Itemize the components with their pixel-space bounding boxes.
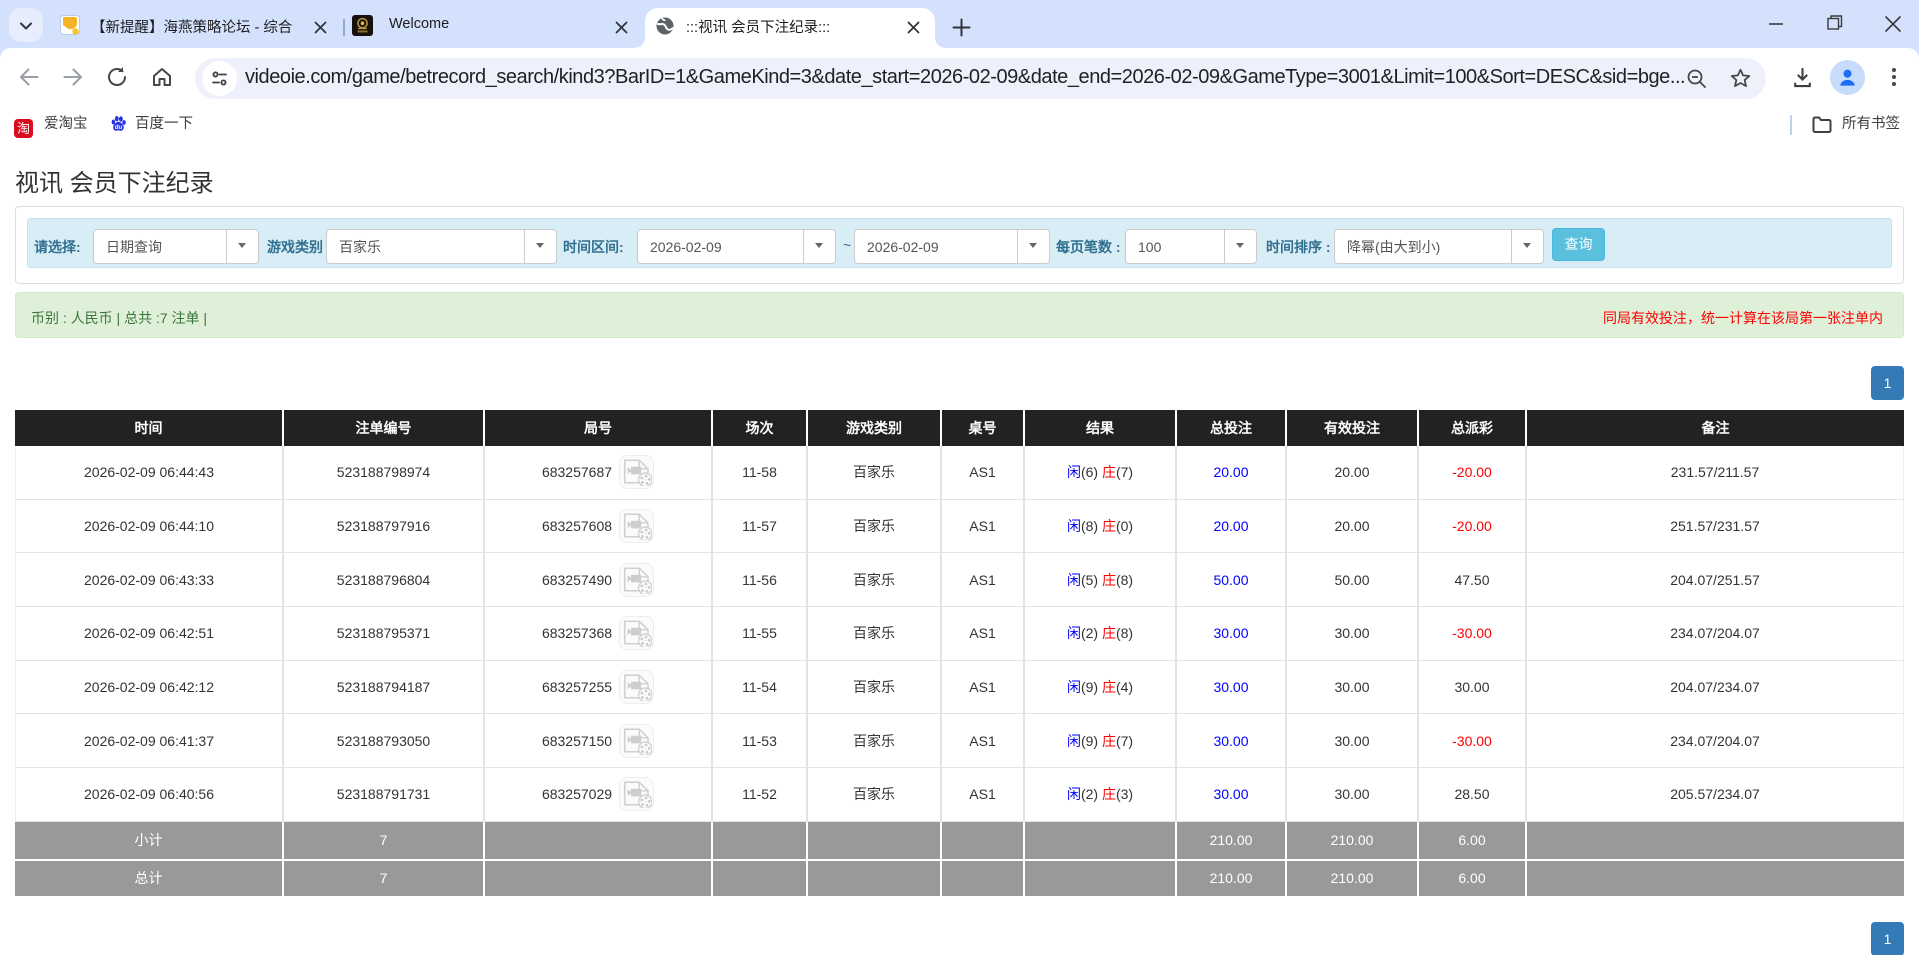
svg-text:du: du xyxy=(115,125,123,131)
